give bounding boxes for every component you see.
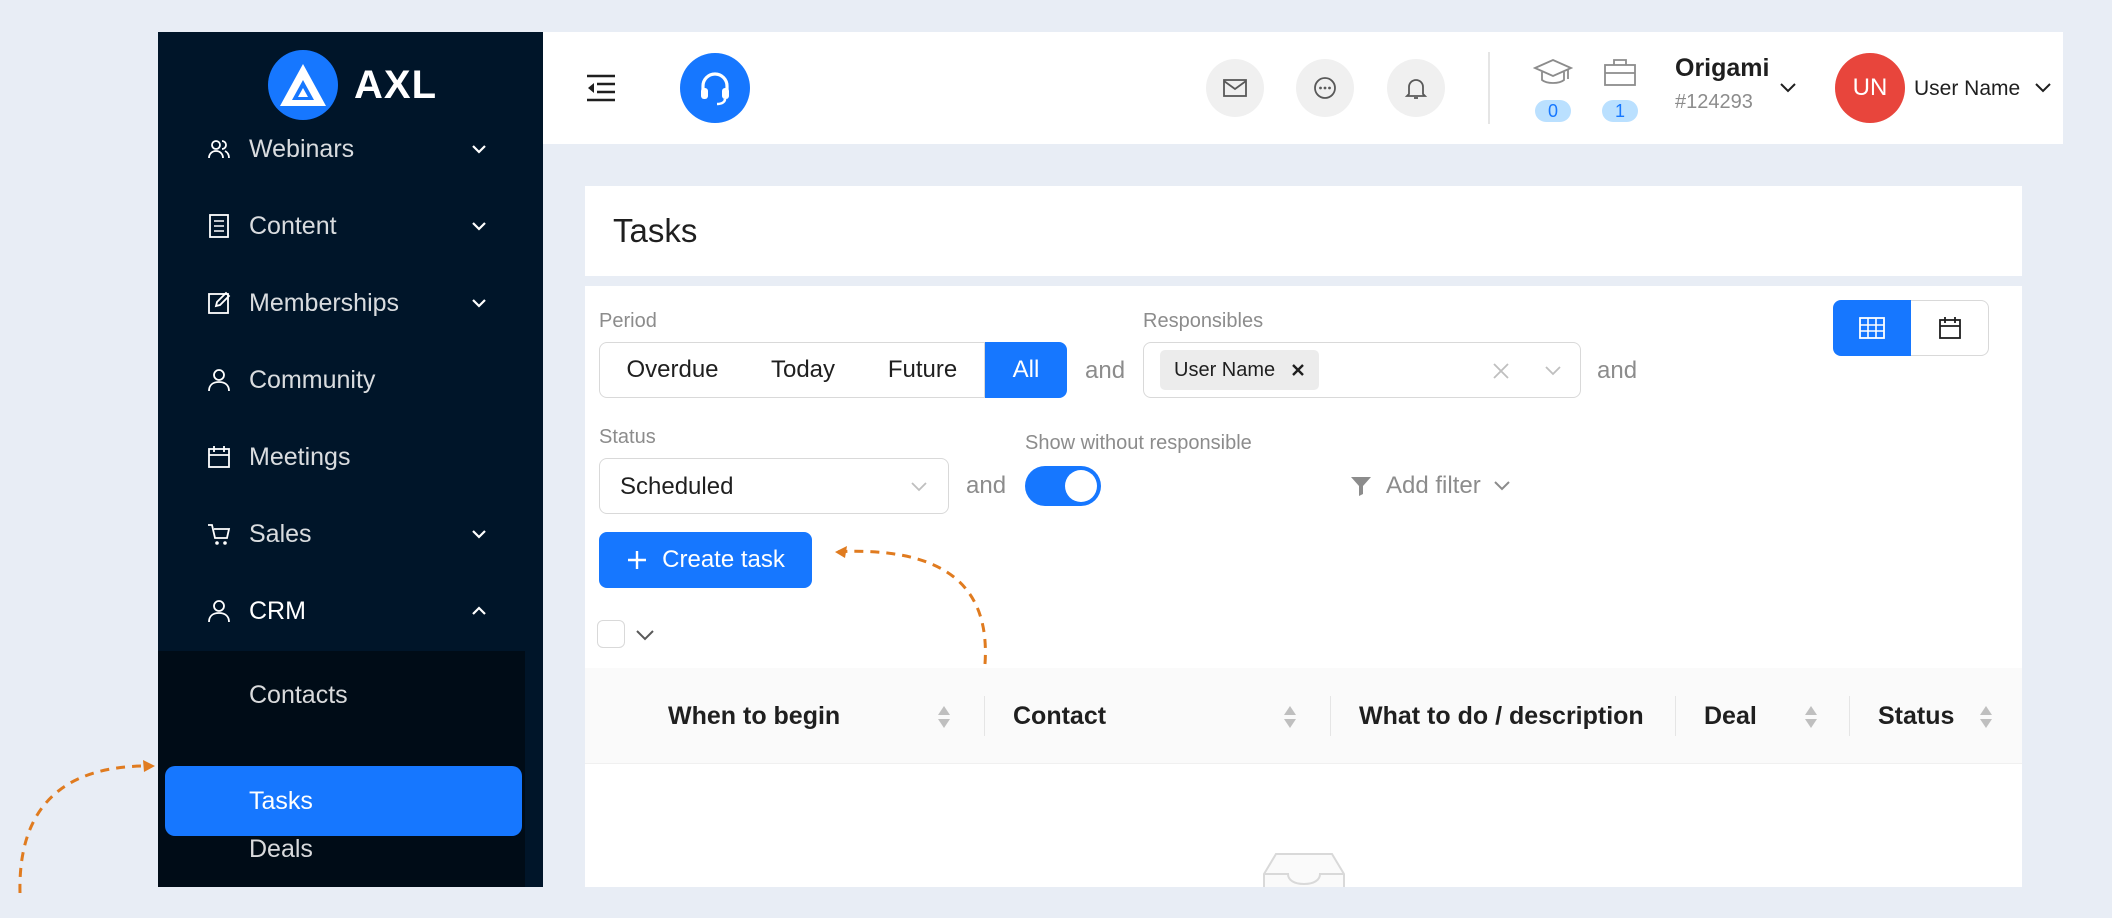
- arrow-head: [835, 546, 847, 558]
- arrow-to-create-task: [831, 549, 987, 665]
- arrow-head: [143, 760, 155, 772]
- annotation-arrows: [18, 546, 987, 894]
- arrow-to-tasks-menu: [18, 764, 151, 894]
